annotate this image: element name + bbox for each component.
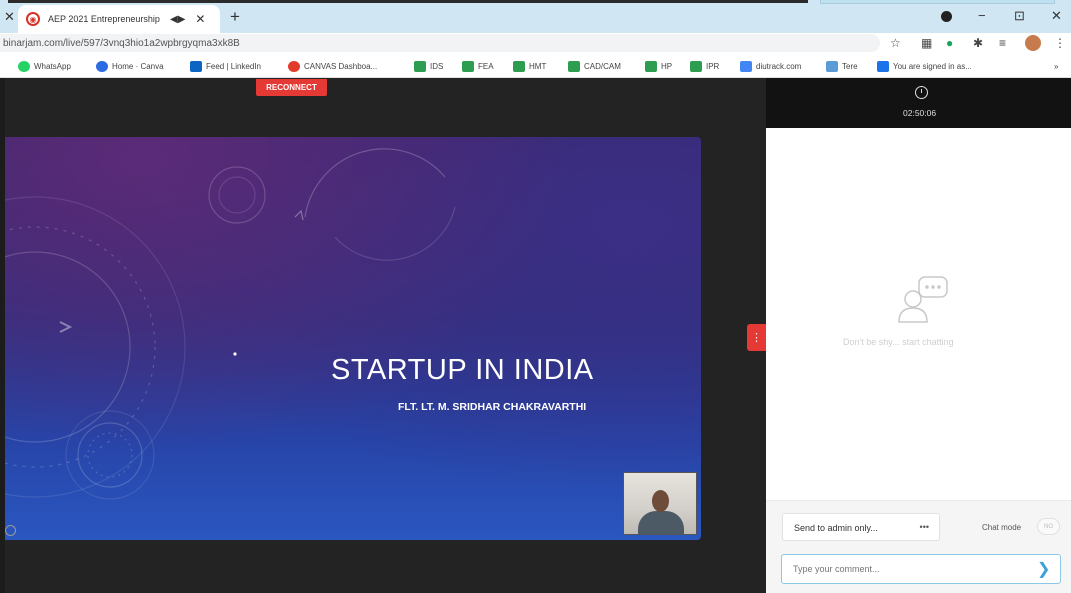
- tab-close-icon[interactable]: ✕: [195, 12, 205, 26]
- meet-icon: [568, 60, 580, 72]
- address-bar: binarjam.com/live/597/3vnq3hio1a2wpbrgyq…: [0, 33, 1071, 53]
- slide-decoration: [5, 148, 456, 500]
- person-head: [652, 490, 669, 512]
- bookmark-item[interactable]: diutrack.com: [740, 59, 801, 73]
- bookmark-item[interactable]: You are signed in as...: [877, 59, 972, 73]
- person-body: [638, 511, 684, 534]
- profile-avatar[interactable]: [1025, 35, 1041, 51]
- send-to-dropdown[interactable]: Send to admin only... •••: [782, 513, 940, 541]
- reading-list-icon[interactable]: ≡: [999, 36, 1006, 50]
- extension-icon[interactable]: ●: [946, 36, 953, 50]
- meet-icon: [645, 60, 657, 72]
- presentation-slide: [5, 137, 701, 540]
- bookmark-item[interactable]: CANVAS Dashboa...: [288, 59, 377, 73]
- settings-circle-icon[interactable]: [5, 525, 16, 536]
- diutrack-icon: [740, 60, 752, 72]
- bookmark-item[interactable]: Home · Canva: [96, 59, 164, 73]
- comment-box[interactable]: [781, 554, 1061, 584]
- meet-icon: [414, 60, 426, 72]
- whatsapp-icon: [18, 60, 30, 72]
- canva-icon: [96, 60, 108, 72]
- chat-empty-icon: [898, 276, 948, 323]
- new-tab-button[interactable]: +: [230, 7, 240, 27]
- bookmark-item[interactable]: HP: [645, 59, 672, 73]
- more-options-icon[interactable]: •••: [920, 522, 929, 532]
- slide-presenter-name: FLT. LT. M. SRIDHAR CHAKRAVARTHI: [398, 401, 587, 413]
- clock-icon: [915, 86, 928, 99]
- tere-icon: [826, 60, 838, 72]
- recording-indicator-icon: [941, 11, 952, 22]
- bookmark-item[interactable]: Feed | LinkedIn: [190, 59, 261, 73]
- url-text: binarjam.com/live/597/3vnq3hio1a2wpbrgyq…: [3, 38, 240, 49]
- aep-logo-icon: ◉: [26, 12, 40, 26]
- reconnect-button[interactable]: RECONNECT: [256, 79, 327, 96]
- signin-icon: [877, 60, 889, 72]
- chat-mode-toggle[interactable]: NO: [1037, 518, 1060, 535]
- linkedin-icon: [190, 60, 202, 72]
- tab-title: AEP 2021 Entrepreneurship: [48, 14, 160, 24]
- send-arrow-icon[interactable]: ❯: [1037, 559, 1050, 579]
- puzzle-icon[interactable]: ✱: [973, 36, 983, 50]
- meet-icon: [513, 60, 525, 72]
- chat-empty-message: Don't be shy... start chatting: [843, 337, 954, 347]
- qr-code-icon[interactable]: ▦: [921, 36, 932, 50]
- more-bookmarks-button[interactable]: »: [1054, 59, 1058, 73]
- presenter-webcam-thumbnail[interactable]: [623, 472, 697, 535]
- menu-icon[interactable]: ⋮: [1054, 36, 1066, 50]
- bookmark-item[interactable]: HMT: [513, 59, 546, 73]
- bookmark-item[interactable]: FEA: [462, 59, 494, 73]
- slide-title: STARTUP IN INDIA: [331, 354, 594, 386]
- bookmarks-bar: WhatsApp Home · Canva Feed | LinkedIn CA…: [0, 53, 1071, 78]
- close-icon[interactable]: ✕: [4, 9, 15, 25]
- sidebar-toggle-button[interactable]: ⋮: [747, 324, 766, 351]
- browser-tab[interactable]: ◉ AEP 2021 Entrepreneurship ◀▶ ✕: [18, 5, 220, 33]
- meet-icon: [462, 60, 474, 72]
- canvas-icon: [288, 60, 300, 72]
- url-field[interactable]: binarjam.com/live/597/3vnq3hio1a2wpbrgyq…: [0, 34, 880, 52]
- session-timer: 02:50:06: [903, 108, 937, 118]
- bookmark-item[interactable]: IPR: [690, 59, 719, 73]
- chat-mode-label: Chat mode: [982, 523, 1022, 532]
- bookmark-item[interactable]: CAD/CAM: [568, 59, 621, 73]
- screen: ✕ ◉ AEP 2021 Entrepreneurship ◀▶ ✕ + − ⊡…: [0, 0, 1071, 593]
- maximize-button[interactable]: ⊡: [1014, 8, 1025, 24]
- star-icon[interactable]: ☆: [890, 36, 901, 50]
- cast-icon[interactable]: ◀▶: [170, 14, 185, 25]
- window-close-button[interactable]: ✕: [1051, 8, 1062, 24]
- meet-icon: [690, 60, 702, 72]
- send-to-label: Send to admin only...: [794, 523, 878, 533]
- window-edge-right: [820, 0, 1055, 4]
- bookmark-item[interactable]: IDS: [414, 59, 443, 73]
- bookmark-item[interactable]: Tere: [826, 59, 858, 73]
- bookmark-item[interactable]: WhatsApp: [18, 59, 71, 73]
- comment-input[interactable]: [793, 555, 1023, 583]
- window-edge: [8, 0, 808, 3]
- minimize-button[interactable]: −: [978, 8, 986, 23]
